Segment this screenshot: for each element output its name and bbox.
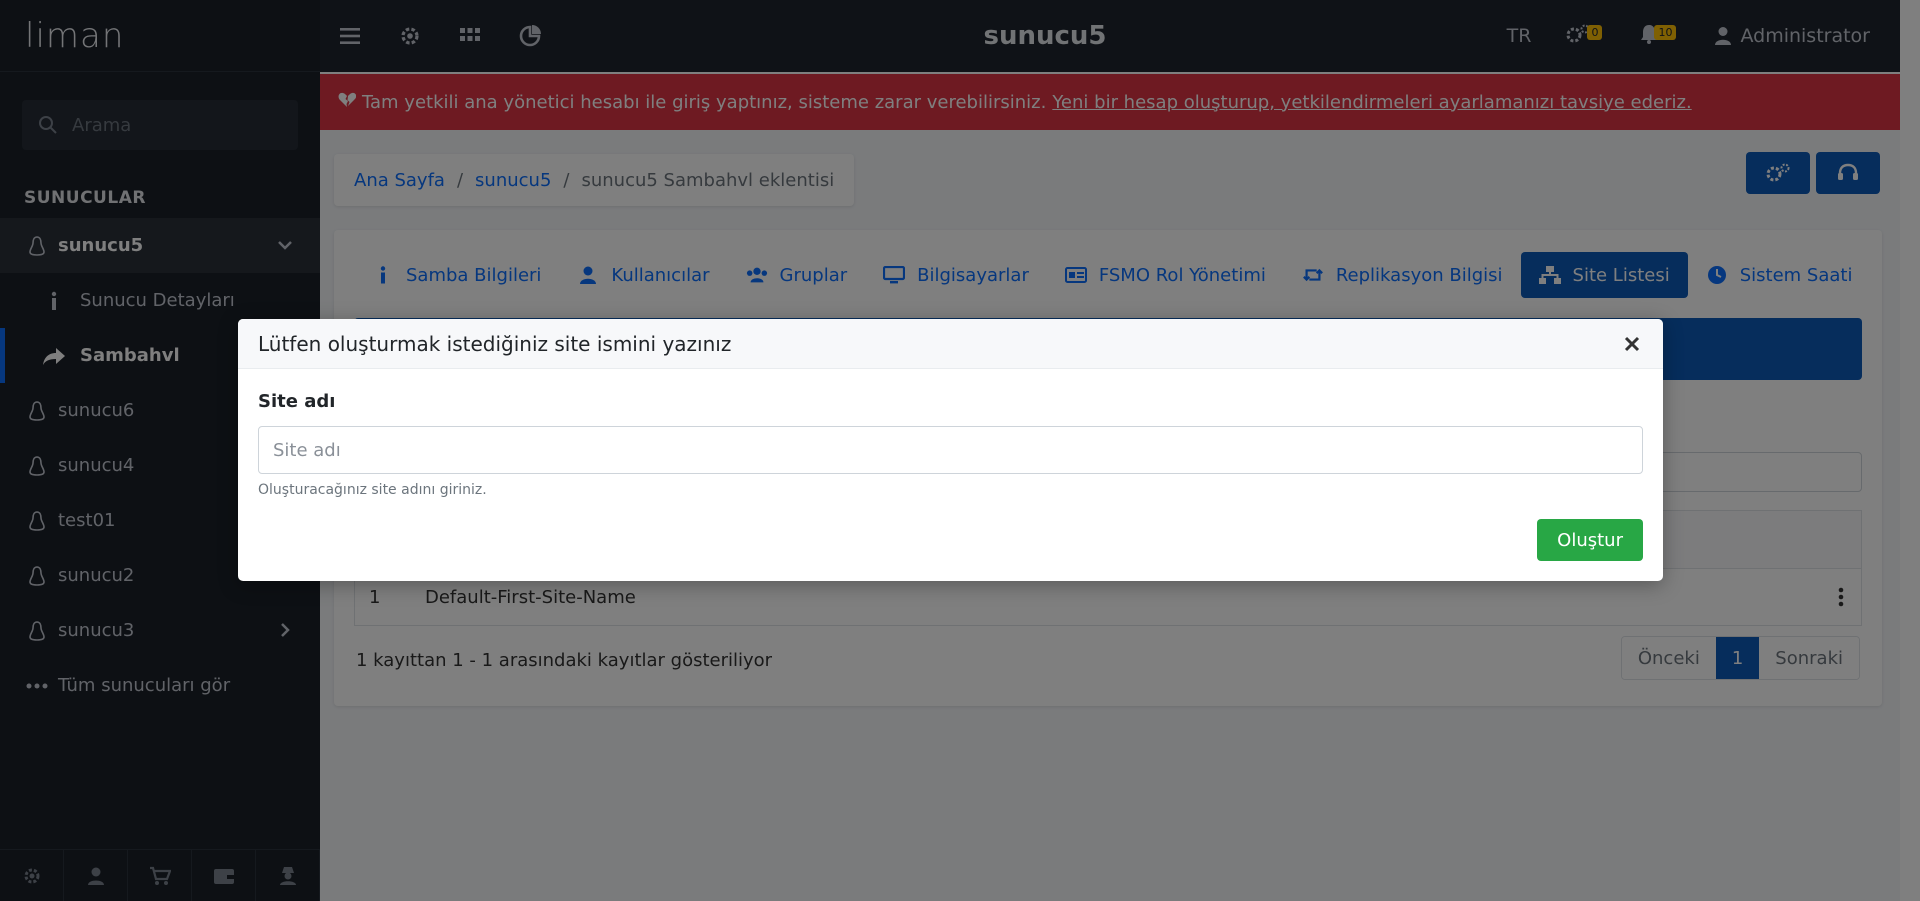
create-site-modal: Lütfen oluşturmak istediğiniz site ismin… xyxy=(238,319,1663,581)
close-icon xyxy=(1624,336,1640,352)
modal-body: Site adı Oluşturacağınız site adını giri… xyxy=(238,369,1663,498)
modal-title: Lütfen oluşturmak istediğiniz site ismin… xyxy=(258,331,732,356)
create-button[interactable]: Oluştur xyxy=(1537,519,1643,561)
site-name-help: Oluşturacağınız site adını giriniz. xyxy=(258,482,487,498)
modal-close-button[interactable] xyxy=(1621,333,1643,355)
site-name-label: Site adı xyxy=(258,391,336,412)
modal-header: Lütfen oluşturmak istediğiniz site ismin… xyxy=(238,319,1663,369)
site-name-input[interactable] xyxy=(258,426,1643,474)
